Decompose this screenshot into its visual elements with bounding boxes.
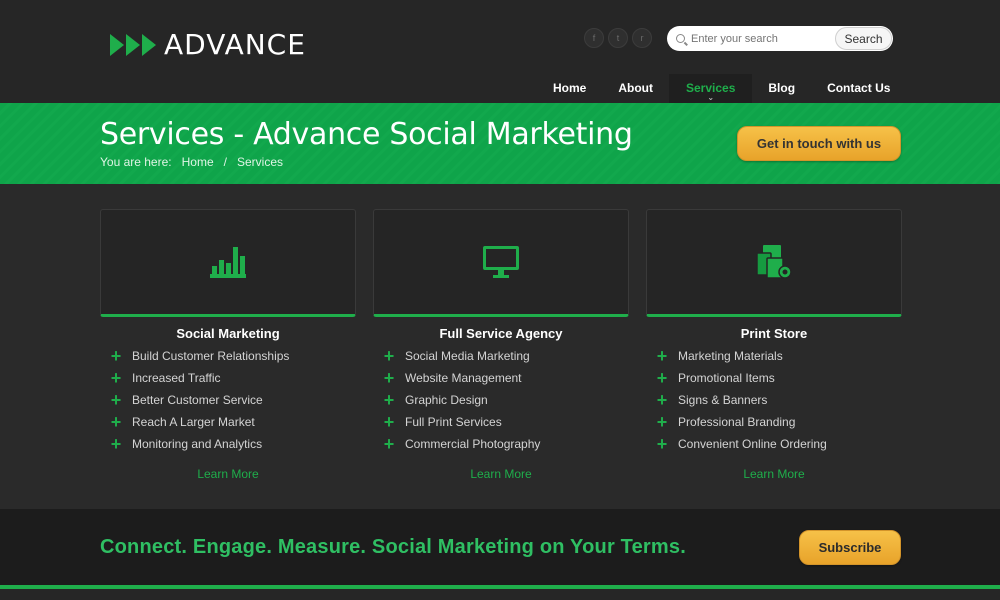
- column-title: Full Service Agency: [439, 326, 563, 341]
- plus-icon: +: [383, 390, 395, 410]
- list-item: + Better Customer Service: [100, 389, 289, 411]
- feature-list: + Marketing Materials + Promotional Items …: [646, 345, 827, 455]
- list-item: + Increased Traffic: [100, 367, 289, 389]
- plus-icon: +: [383, 412, 395, 432]
- nav-item-blog[interactable]: Blog: [752, 74, 811, 103]
- breadcrumb-separator: /: [223, 155, 227, 169]
- list-item: + Social Media Marketing: [373, 345, 540, 367]
- get-in-touch-button[interactable]: Get in touch with us: [737, 126, 901, 161]
- list-item-label: Social Media Marketing: [405, 349, 530, 363]
- list-item: + Promotional Items: [646, 367, 827, 389]
- facebook-icon[interactable]: f: [584, 28, 604, 48]
- plus-icon: +: [656, 412, 668, 432]
- list-item: + Reach A Larger Market: [100, 411, 289, 433]
- plus-icon: +: [110, 434, 122, 454]
- search-button[interactable]: Search: [835, 27, 892, 50]
- plus-icon: +: [656, 434, 668, 454]
- twitter-icon[interactable]: t: [608, 28, 628, 48]
- list-item-label: Better Customer Service: [132, 393, 263, 407]
- column-title: Social Marketing: [176, 326, 280, 341]
- footer: [0, 589, 1000, 600]
- feature-list: + Social Media Marketing + Website Managem…: [373, 345, 541, 455]
- search-box: Search: [667, 26, 893, 51]
- list-item-label: Website Management: [405, 371, 522, 385]
- nav-item-about[interactable]: About: [602, 74, 669, 103]
- plus-icon: +: [383, 346, 395, 366]
- list-item-label: Signs & Banners: [678, 393, 768, 407]
- service-card-print-store[interactable]: [646, 209, 902, 317]
- chevron-down-icon: ⌄: [707, 93, 715, 102]
- rss-icon[interactable]: r: [632, 28, 652, 48]
- logo[interactable]: ADVANCE: [110, 28, 306, 61]
- list-item-label: Convenient Online Ordering: [678, 437, 827, 451]
- list-item: + Build Customer Relationships: [100, 345, 290, 367]
- tagline: Connect. Engage. Measure. Social Marketi…: [100, 536, 686, 558]
- monitor-icon: [483, 246, 519, 278]
- list-item-label: Build Customer Relationships: [132, 349, 290, 363]
- service-card-full-service-agency[interactable]: [373, 209, 629, 317]
- list-item: + Convenient Online Ordering: [646, 433, 827, 455]
- social-links: f t r: [584, 28, 652, 48]
- breadcrumb: You are here: Home / Services: [100, 155, 283, 169]
- breadcrumb-current: Services: [236, 155, 283, 169]
- search-input[interactable]: [691, 32, 831, 45]
- list-item: + Website Management: [373, 367, 540, 389]
- learn-more-link[interactable]: Learn More: [100, 467, 356, 481]
- logo-text: ADVANCE: [164, 28, 306, 61]
- nav-item-home[interactable]: Home: [537, 74, 602, 103]
- main-nav: Home About Services ⌄ Blog Contact Us: [537, 74, 906, 103]
- plus-icon: +: [110, 346, 122, 366]
- list-item-label: Promotional Items: [678, 371, 775, 385]
- list-item: + Marketing Materials: [646, 345, 827, 367]
- list-item: + Signs & Banners: [646, 389, 827, 411]
- feature-list: + Build Customer Relationships + Increased…: [100, 345, 290, 455]
- list-item: + Graphic Design: [373, 389, 540, 411]
- learn-more-link[interactable]: Learn More: [646, 467, 902, 481]
- service-card-social-marketing[interactable]: [100, 209, 356, 317]
- list-item-label: Increased Traffic: [132, 371, 221, 385]
- page-title: Services - Advance Social Marketing: [100, 117, 633, 152]
- list-item: + Professional Branding: [646, 411, 827, 433]
- site-header: ADVANCE f t r Search Home About Services…: [0, 0, 1000, 103]
- plus-icon: +: [110, 390, 122, 410]
- list-item-label: Commercial Photography: [405, 437, 541, 451]
- plus-icon: +: [383, 368, 395, 388]
- column-title: Print Store: [740, 326, 808, 341]
- subscribe-strip: Connect. Engage. Measure. Social Marketi…: [0, 509, 1000, 585]
- plus-icon: +: [656, 390, 668, 410]
- breadcrumb-home-link[interactable]: Home: [182, 155, 214, 169]
- plus-icon: +: [110, 412, 122, 432]
- list-item: + Commercial Photography: [373, 433, 541, 455]
- subscribe-button[interactable]: Subscribe: [799, 530, 901, 565]
- plus-icon: +: [383, 434, 395, 454]
- list-item: + Monitoring and Analytics: [100, 433, 289, 455]
- list-item-label: Monitoring and Analytics: [132, 437, 263, 451]
- nav-item-services[interactable]: Services ⌄: [669, 74, 753, 103]
- breadcrumb-prefix: You are here:: [100, 155, 172, 169]
- list-item-label: Professional Branding: [678, 415, 796, 429]
- nav-item-contact[interactable]: Contact Us: [811, 74, 906, 103]
- bar-chart-icon: [210, 247, 246, 278]
- plus-icon: +: [656, 346, 668, 366]
- print-devices-icon: [756, 245, 792, 279]
- list-item-label: Graphic Design: [405, 393, 488, 407]
- list-item-label: Full Print Services: [405, 415, 502, 429]
- list-item-label: Reach A Larger Market: [132, 415, 255, 429]
- learn-more-link[interactable]: Learn More: [373, 467, 629, 481]
- plus-icon: +: [656, 368, 668, 388]
- logo-chevrons-icon: [110, 33, 158, 56]
- plus-icon: +: [110, 368, 122, 388]
- search-icon: [676, 34, 685, 43]
- list-item: + Full Print Services: [373, 411, 540, 433]
- list-item-label: Marketing Materials: [678, 349, 783, 363]
- page-banner: Services - Advance Social Marketing You …: [0, 103, 1000, 184]
